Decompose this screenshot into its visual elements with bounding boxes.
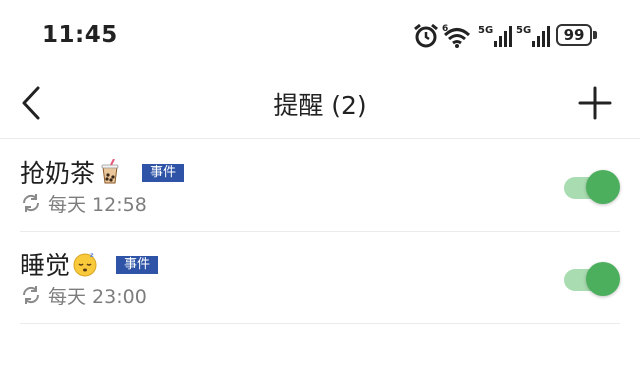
signal-5g-icon: 5G [516,25,550,47]
alarm-icon [414,23,438,48]
signal-5g-label: 5G [516,25,531,36]
header: 提醒 (2) [0,72,640,136]
svg-text:z: z [90,252,94,259]
signal-5g-label: 5G [478,25,493,36]
toggle-knob [586,170,620,204]
repeat-icon [22,286,40,304]
repeat-icon [22,194,40,212]
page-title: 提醒 (2) [273,91,367,120]
repeat-schedule: 每天 23:00 [48,286,147,308]
status-time: 11:45 [42,22,118,48]
wifi-icon: 6 [442,24,471,48]
battery-indicator: 99 [556,24,592,46]
reminder-name: 睡觉 [20,251,71,280]
list-item[interactable]: 睡觉 z 事件 每天 23:00 [0,232,640,324]
reminder-toggle[interactable] [564,262,620,296]
status-bar: 11:45 6 5G 5G 99 [0,0,640,72]
bubble-tea-icon [101,159,119,184]
event-badge: 事件 [142,164,185,182]
reminder-toggle[interactable] [564,170,620,204]
header-divider [0,138,640,139]
event-badge: 事件 [116,256,159,274]
list-item[interactable]: 抢奶茶 事件 每天 12:58 [0,140,640,232]
plus-icon[interactable] [578,86,612,120]
toggle-knob [586,262,620,296]
battery-tip [593,31,597,39]
reminder-name: 抢奶茶 [20,159,96,188]
sleeping-face-icon: z [73,252,97,277]
repeat-schedule: 每天 12:58 [48,194,147,216]
signal-5g-icon: 5G [478,25,512,47]
item-divider [20,323,620,324]
